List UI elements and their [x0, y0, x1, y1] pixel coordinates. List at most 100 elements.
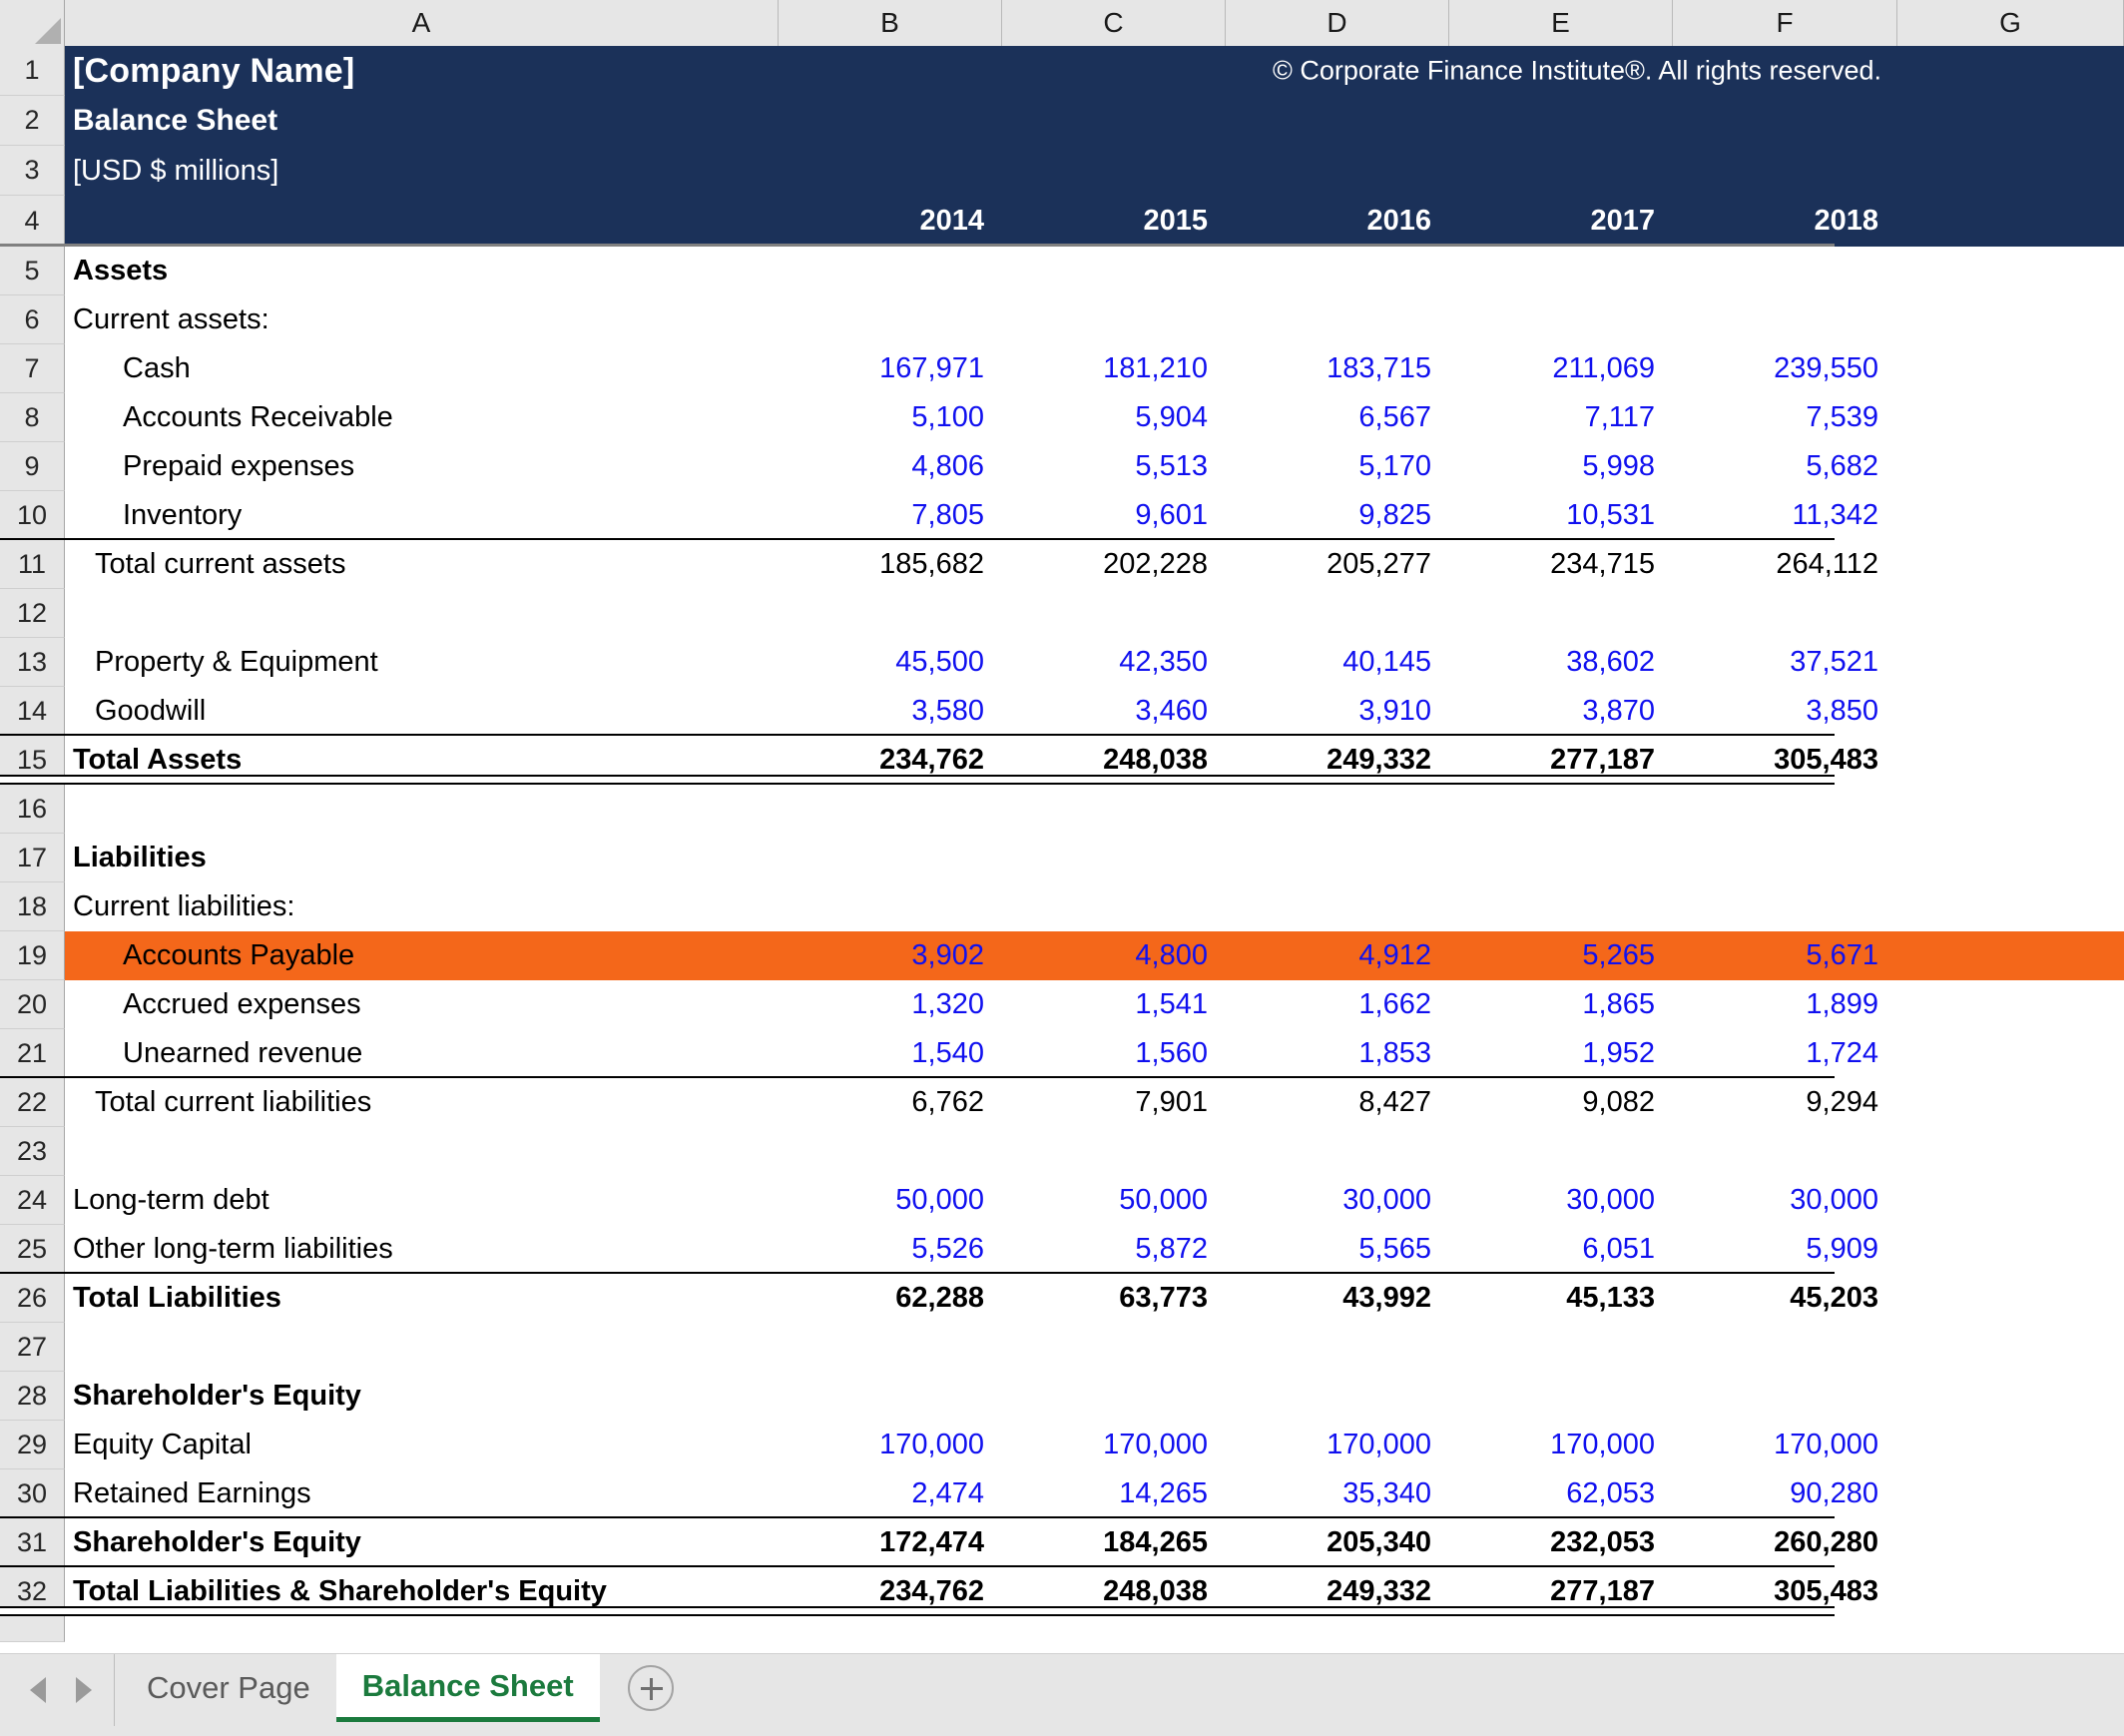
row-number-20[interactable]: 20	[0, 980, 65, 1029]
table-row[interactable]: 11 Total current assets 185,682 202,228 …	[0, 540, 2124, 589]
cell-c19[interactable]: 4,800	[1002, 931, 1226, 980]
row-number-9[interactable]: 9	[0, 442, 65, 491]
table-row[interactable]: 13 Property & Equipment 45,500 42,350 40…	[0, 638, 2124, 687]
column-header-g[interactable]: G	[1897, 0, 2124, 46]
cell-b9[interactable]: 4,806	[779, 442, 1002, 491]
table-row[interactable]: 30 Retained Earnings 2,474 14,265 35,340…	[0, 1469, 2124, 1518]
cell-c20[interactable]: 1,541	[1002, 980, 1226, 1029]
cell-c11[interactable]: 202,228	[1002, 540, 1226, 589]
cell-d13[interactable]: 40,145	[1226, 638, 1449, 687]
cell-b20[interactable]: 1,320	[779, 980, 1002, 1029]
cell-f7[interactable]: 239,550	[1673, 344, 1896, 393]
row-number-5[interactable]: 5	[0, 247, 65, 295]
cell-b25[interactable]: 5,526	[779, 1225, 1002, 1274]
line-item-label-goodwill[interactable]: Goodwill	[65, 687, 779, 736]
cell-f8[interactable]: 7,539	[1673, 393, 1896, 442]
line-item-label-other-long-term-liabilities[interactable]: Other long-term liabilities	[65, 1225, 779, 1274]
cell-b32[interactable]: 234,762	[779, 1567, 1002, 1616]
row-number-27[interactable]: 27	[0, 1323, 65, 1372]
subtotal-label-total-current-liabilities[interactable]: Total current liabilities	[65, 1078, 779, 1127]
line-item-label-cash[interactable]: Cash	[65, 344, 779, 393]
column-header-d[interactable]: D	[1226, 0, 1449, 46]
cell-e14[interactable]: 3,870	[1449, 687, 1673, 736]
cell-b22[interactable]: 6,762	[779, 1078, 1002, 1127]
cell-e22[interactable]: 9,082	[1449, 1078, 1673, 1127]
add-sheet-button[interactable]	[616, 1654, 686, 1722]
cell-e24[interactable]: 30,000	[1449, 1176, 1673, 1225]
year-header-2018[interactable]: 2018	[1673, 196, 1896, 247]
cell-f29[interactable]: 170,000	[1673, 1421, 1896, 1469]
cell-a4-blank[interactable]	[65, 196, 779, 247]
table-row[interactable]: 7 Cash 167,971 181,210 183,715 211,069 2…	[0, 344, 2124, 393]
section-header-shareholders-equity[interactable]: Shareholder's Equity	[65, 1372, 779, 1421]
column-header-b[interactable]: B	[779, 0, 1002, 46]
cell-d11[interactable]: 205,277	[1226, 540, 1449, 589]
cell-f9[interactable]: 5,682	[1673, 442, 1896, 491]
cell-f32[interactable]: 305,483	[1673, 1567, 1896, 1616]
year-header-2014[interactable]: 2014	[779, 196, 1002, 247]
cell-e11[interactable]: 234,715	[1449, 540, 1673, 589]
table-row[interactable]: 18 Current liabilities:	[0, 882, 2124, 931]
cell-f13[interactable]: 37,521	[1673, 638, 1896, 687]
row-number-28[interactable]: 28	[0, 1372, 65, 1421]
column-header-a[interactable]: A	[65, 0, 779, 46]
table-row[interactable]: 3 [USD $ millions]	[0, 146, 2124, 196]
cell-a16-blank[interactable]	[65, 785, 779, 834]
cell-a33-blank[interactable]	[65, 1616, 779, 1642]
cell-f10[interactable]: 11,342	[1673, 491, 1896, 540]
row-number-8[interactable]: 8	[0, 393, 65, 442]
line-item-label-accrued-expenses[interactable]: Accrued expenses	[65, 980, 779, 1029]
total-label-total-liabilities[interactable]: Total Liabilities	[65, 1274, 779, 1323]
cell-f30[interactable]: 90,280	[1673, 1469, 1896, 1518]
cell-d31[interactable]: 205,340	[1226, 1518, 1449, 1567]
line-item-label-unearned-revenue[interactable]: Unearned revenue	[65, 1029, 779, 1078]
cell-f22[interactable]: 9,294	[1673, 1078, 1896, 1127]
row-number-22[interactable]: 22	[0, 1078, 65, 1127]
table-row[interactable]: 14 Goodwill 3,580 3,460 3,910 3,870 3,85…	[0, 687, 2124, 736]
table-row[interactable]: 12	[0, 589, 2124, 638]
row-number-12[interactable]: 12	[0, 589, 65, 638]
table-row[interactable]: 4 2014 2015 2016 2017 2018	[0, 196, 2124, 247]
cell-e8[interactable]: 7,117	[1449, 393, 1673, 442]
cell-b7[interactable]: 167,971	[779, 344, 1002, 393]
table-row[interactable]: 17 Liabilities	[0, 834, 2124, 882]
cell-e30[interactable]: 62,053	[1449, 1469, 1673, 1518]
cell-e10[interactable]: 10,531	[1449, 491, 1673, 540]
row-number-10[interactable]: 10	[0, 491, 65, 540]
year-header-2015[interactable]: 2015	[1002, 196, 1226, 247]
row-number-11[interactable]: 11	[0, 540, 65, 589]
cell-d30[interactable]: 35,340	[1226, 1469, 1449, 1518]
cell-b14[interactable]: 3,580	[779, 687, 1002, 736]
cell-f21[interactable]: 1,724	[1673, 1029, 1896, 1078]
table-row[interactable]: 1 [Company Name] © Corporate Finance Ins…	[0, 46, 2124, 96]
cell-b15[interactable]: 234,762	[779, 736, 1002, 785]
cell-c10[interactable]: 9,601	[1002, 491, 1226, 540]
line-item-label-prepaid-expenses[interactable]: Prepaid expenses	[65, 442, 779, 491]
cell-b30[interactable]: 2,474	[779, 1469, 1002, 1518]
cell-e26[interactable]: 45,133	[1449, 1274, 1673, 1323]
cell-d14[interactable]: 3,910	[1226, 687, 1449, 736]
row-number-6[interactable]: 6	[0, 295, 65, 344]
table-row[interactable]: 23	[0, 1127, 2124, 1176]
table-row[interactable]: 21 Unearned revenue 1,540 1,560 1,853 1,…	[0, 1029, 2124, 1078]
next-sheet-arrow-icon[interactable]	[76, 1677, 92, 1703]
table-row[interactable]: 24 Long-term debt 50,000 50,000 30,000 3…	[0, 1176, 2124, 1225]
row-number-14[interactable]: 14	[0, 687, 65, 736]
table-row[interactable]: 27	[0, 1323, 2124, 1372]
row-number-29[interactable]: 29	[0, 1421, 65, 1469]
cell-d25[interactable]: 5,565	[1226, 1225, 1449, 1274]
total-label-shareholders-equity[interactable]: Shareholder's Equity	[65, 1518, 779, 1567]
cell-e20[interactable]: 1,865	[1449, 980, 1673, 1029]
line-item-label-accounts-payable[interactable]: Accounts Payable	[65, 931, 779, 980]
section-header-assets[interactable]: Assets	[65, 247, 779, 295]
cell-a12-blank[interactable]	[65, 589, 779, 638]
row-number-16[interactable]: 16	[0, 785, 65, 834]
cell-c29[interactable]: 170,000	[1002, 1421, 1226, 1469]
table-row[interactable]: 22 Total current liabilities 6,762 7,901…	[0, 1078, 2124, 1127]
row-number-33[interactable]	[0, 1616, 65, 1642]
cell-d21[interactable]: 1,853	[1226, 1029, 1449, 1078]
table-row[interactable]: 26 Total Liabilities 62,288 63,773 43,99…	[0, 1274, 2124, 1323]
cell-d29[interactable]: 170,000	[1226, 1421, 1449, 1469]
cell-c15[interactable]: 248,038	[1002, 736, 1226, 785]
section-header-liabilities[interactable]: Liabilities	[65, 834, 779, 882]
